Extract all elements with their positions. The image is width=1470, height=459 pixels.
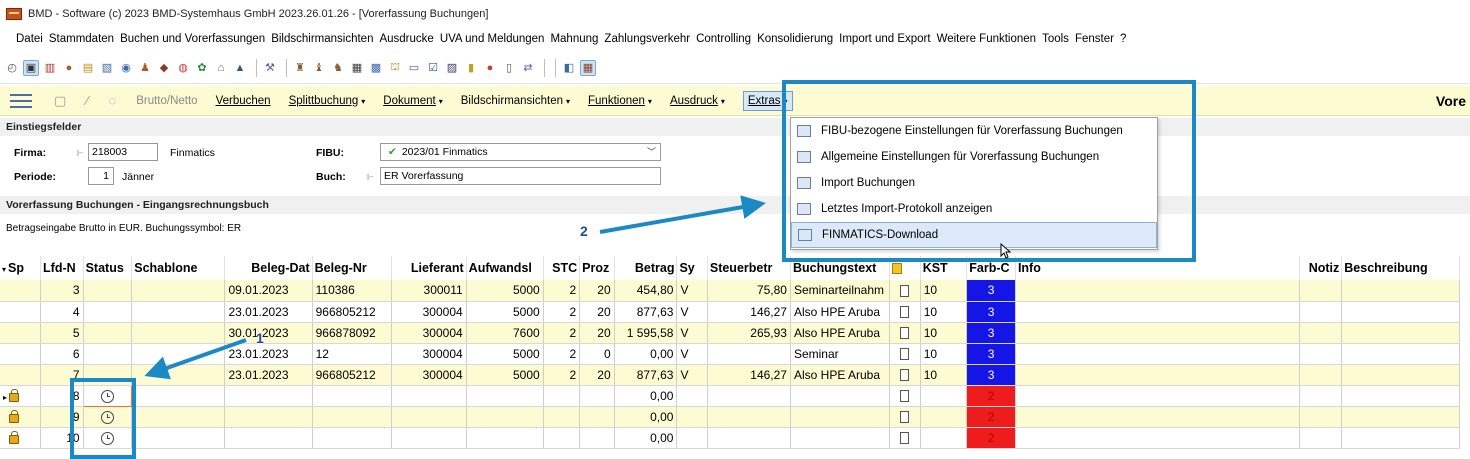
annotation-arrows [144, 195, 766, 380]
annotation-badge-1: 1 [256, 330, 264, 346]
arrow-to-finmatics-download [599, 195, 766, 234]
annotation-badge-2: 2 [580, 223, 588, 239]
mouse-cursor-icon [1000, 243, 1012, 259]
arrow-to-status-column [144, 338, 247, 380]
